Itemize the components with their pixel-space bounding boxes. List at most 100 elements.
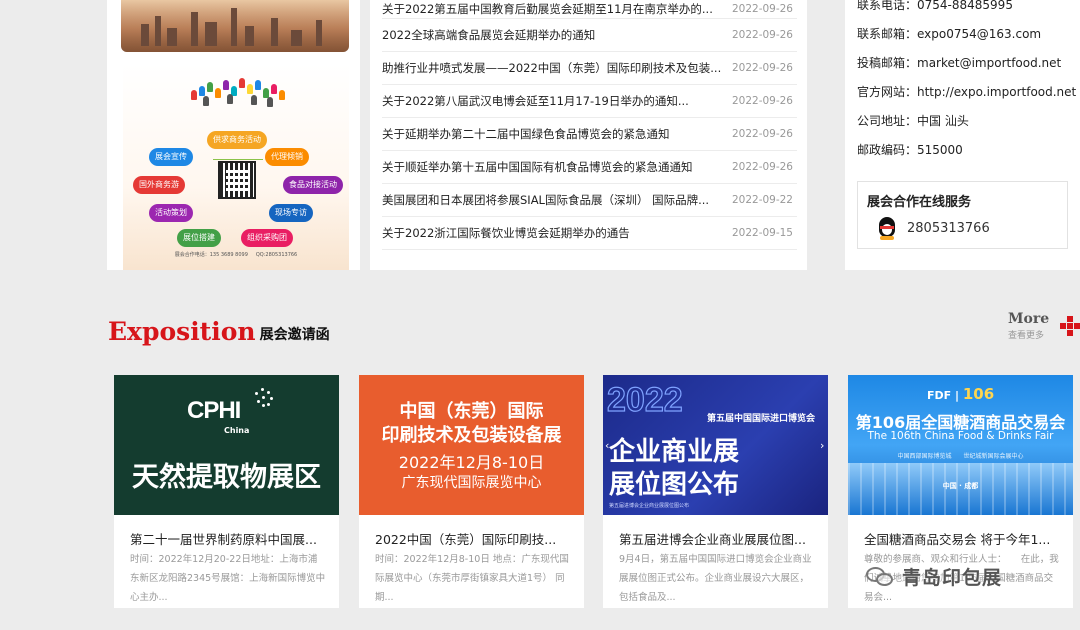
- news-title[interactable]: 助推行业井喷式发展——2022中国（东莞）国际印刷技术及包装...: [382, 60, 721, 76]
- news-panel: 关于2022第五届中国教育后勤展览会延期至11月在南京举办的... 2022-0…: [370, 0, 807, 270]
- card-image-year: 2022: [606, 380, 683, 419]
- contact-postcode: 邮政编码：515000: [857, 143, 963, 157]
- qr-code: [218, 161, 256, 199]
- poster-pill-6: 现场专访: [269, 204, 313, 222]
- section-title-en: Exposition: [108, 317, 256, 346]
- contact-phone: 联系电话：0754-88485995: [857, 0, 1013, 12]
- poster-pill-1: 展会宣传: [149, 148, 193, 166]
- news-item[interactable]: 助推行业井喷式发展——2022中国（东莞）国际印刷技术及包装... 2022-0…: [382, 52, 797, 85]
- crowd-graphic: [187, 78, 287, 107]
- expo-card[interactable]: 2022 第五届中国国际进口博览会 企业商业展 展位图公布 第五届进博会企业商业…: [603, 375, 828, 608]
- news-date: 2022-09-26: [731, 3, 793, 15]
- poster-pill-2: 代理倾销: [265, 148, 309, 166]
- online-service-box: 展会合作在线服务 2805313766: [857, 181, 1068, 249]
- card-image-headline: 天然提取物展区: [132, 462, 321, 493]
- news-item[interactable]: 2022全球高端食品展览会延期举办的通知 2022-09-26: [382, 19, 797, 52]
- poster-pill-0: 供求商务活动: [207, 131, 267, 149]
- expo-card-title[interactable]: 第五届进博会企业商业展展位图...: [619, 529, 819, 548]
- expo-card[interactable]: 中国（东莞）国际 印刷技术及包装设备展 2022年12月8-10日 广东现代国际…: [359, 375, 584, 608]
- left-promo-column: 供求商务活动 展会宣传 代理倾销 国外商务游 食品对接活动 活动策划 现场专访 …: [107, 0, 360, 270]
- chevron-right-icon[interactable]: ›: [820, 439, 824, 452]
- poster-pill-8: 组织采购团: [241, 229, 293, 247]
- news-title[interactable]: 关于延期举办第二十二届中国绿色食品博览会的紧急通知: [382, 126, 670, 142]
- cphi-logo-sub: China: [224, 426, 250, 435]
- contact-email[interactable]: 联系邮箱：expo0754@163.com: [857, 20, 1076, 49]
- service-poster[interactable]: 供求商务活动 展会宣传 代理倾销 国外商务游 食品对接活动 活动策划 现场专访 …: [123, 64, 349, 270]
- card-image-line: 中国（东莞）国际: [399, 401, 544, 422]
- watermark-text: 青岛印包展: [902, 567, 1003, 589]
- more-link[interactable]: More 查看更多: [1008, 311, 1049, 341]
- contact-website[interactable]: 官方网站：http://expo.importfood.net: [857, 78, 1076, 107]
- card-image-line: The 106th China Food & Drinks Fair: [867, 430, 1054, 442]
- expo-card-image[interactable]: FDF | 106 第106届全国糖酒商品交易会 The 106th China…: [848, 375, 1073, 515]
- news-item[interactable]: 关于2022第八届武汉电博会延至11月17-19日举办的通知... 2022-0…: [382, 85, 797, 118]
- exposition-section-heading: Exposition 展会邀请函: [108, 318, 330, 346]
- fdf-logo-number: 106: [962, 385, 995, 403]
- news-item[interactable]: 关于延期举办第二十二届中国绿色食品博览会的紧急通知 2022-09-26: [382, 118, 797, 151]
- news-item[interactable]: 关于顺延举办第十五届中国国际有机食品博览会的紧急通通知 2022-09-26: [382, 151, 797, 184]
- news-date: 2022-09-15: [731, 227, 793, 239]
- news-list: 关于2022第五届中国教育后勤展览会延期至11月在南京举办的... 2022-0…: [382, 0, 797, 250]
- wechat-icon: [866, 565, 896, 589]
- poster-pill-5: 活动策划: [149, 204, 193, 222]
- cphi-dots-icon: [253, 388, 275, 410]
- expo-card-title[interactable]: 全国糖酒商品交易会 将于今年1...: [864, 529, 1064, 548]
- expo-card-title[interactable]: 2022中国（东莞）国际印刷技...: [375, 529, 575, 548]
- poster-footer-qq: QQ:2805313766: [255, 252, 298, 258]
- qq-penguin-icon[interactable]: [873, 215, 901, 241]
- city-banner-image[interactable]: [121, 0, 349, 52]
- news-date: 2022-09-26: [731, 62, 793, 74]
- card-image-line: 广东现代国际展览中心: [401, 475, 542, 491]
- news-date: 2022-09-26: [731, 128, 793, 140]
- contact-submit-email[interactable]: 投稿邮箱：market@importfood.net: [857, 49, 1076, 78]
- qq-contact[interactable]: 2805313766: [873, 215, 990, 241]
- contact-address: 公司地址：中国 汕头: [857, 114, 969, 128]
- more-label-en[interactable]: More: [1008, 311, 1049, 327]
- cphi-logo-text: CPHI: [187, 397, 241, 424]
- card-image-line: 展位图公布: [609, 470, 740, 500]
- plus-icon[interactable]: [1060, 316, 1080, 336]
- card-image-line: 中国西部国际博览城 世纪城新国际会展中心: [897, 453, 1024, 460]
- card-image-line: 中国 · 成都: [942, 482, 979, 490]
- poster-pill-3: 国外商务游: [133, 176, 185, 194]
- news-item[interactable]: 美国展团和日本展团将参展SIAL国际食品展（深圳） 国际品牌... 2022-0…: [382, 184, 797, 217]
- expo-card-desc: 9月4日，第五届中国国际进口博览会企业商业展展位图正式公布。企业商业展设六大展区…: [619, 554, 812, 603]
- expo-card-image[interactable]: 中国（东莞）国际 印刷技术及包装设备展 2022年12月8-10日 广东现代国际…: [359, 375, 584, 515]
- fdf-logo-text: FDF: [927, 389, 952, 402]
- poster-footer: 展会合作电话：135 3689 8099 QQ:2805313766: [123, 251, 349, 258]
- poster-footer-phone: 展会合作电话：135 3689 8099: [174, 252, 248, 258]
- card-image-line: 印刷技术及包装设备展: [381, 425, 562, 446]
- news-date: 2022-09-26: [731, 95, 793, 107]
- news-date: 2022-09-26: [731, 161, 793, 173]
- poster-pill-4: 食品对接活动: [283, 176, 343, 194]
- news-item[interactable]: 关于2022第五届中国教育后勤展览会延期至11月在南京举办的... 2022-0…: [382, 0, 797, 19]
- news-title[interactable]: 2022全球高端食品展览会延期举办的通知: [382, 27, 595, 43]
- card-image-line: 2022年12月8-10日: [398, 453, 545, 472]
- top-content-band: 供求商务活动 展会宣传 代理倾销 国外商务游 食品对接活动 活动策划 现场专访 …: [0, 0, 1080, 270]
- news-title[interactable]: 关于2022浙江国际餐饮业博览会延期举办的通告: [382, 225, 630, 241]
- card-image-footer: 第五届进博会企业商业展展位图公布: [609, 503, 690, 509]
- expo-card-desc: 时间：2022年12月20-22日地址：上海市浦东新区龙阳路2345号展馆：上海…: [130, 554, 326, 603]
- wechat-watermark: 青岛印包展: [866, 563, 1002, 590]
- expo-card-desc: 时间：2022年12月8-10日 地点：广东现代国际展览中心（东莞市厚街镇家具大…: [375, 554, 569, 603]
- service-title: 展会合作在线服务: [867, 195, 972, 210]
- card-image-line: 企业商业展: [609, 437, 740, 467]
- expo-card[interactable]: CPHI China 天然提取物展区 第二十一届世界制药原料中国展... 时间：…: [114, 375, 339, 608]
- expo-card-image[interactable]: 2022 第五届中国国际进口博览会 企业商业展 展位图公布 第五届进博会企业商业…: [603, 375, 828, 515]
- contact-panel: 联系电话：0754-88485995 联系邮箱：expo0754@163.com…: [845, 0, 1080, 270]
- news-title[interactable]: 美国展团和日本展团将参展SIAL国际食品展（深圳） 国际品牌...: [382, 192, 709, 208]
- expo-card-image[interactable]: CPHI China 天然提取物展区: [114, 375, 339, 515]
- news-title[interactable]: 关于2022第八届武汉电博会延至11月17-19日举办的通知...: [382, 93, 689, 109]
- card-image-edition: 第五届中国国际进口博览会: [707, 414, 816, 424]
- contact-list: 联系电话：0754-88485995 联系邮箱：expo0754@163.com…: [857, 0, 1076, 165]
- expo-card-title[interactable]: 第二十一届世界制药原料中国展...: [130, 529, 330, 548]
- section-title-zh: 展会邀请函: [259, 327, 330, 343]
- chevron-left-icon[interactable]: ‹: [605, 439, 609, 452]
- news-title[interactable]: 关于2022第五届中国教育后勤展览会延期至11月在南京举办的...: [382, 1, 713, 17]
- qq-number[interactable]: 2805313766: [907, 221, 990, 236]
- fdf-logo: FDF | 106: [927, 385, 995, 403]
- more-label-zh[interactable]: 查看更多: [1008, 328, 1049, 341]
- news-item[interactable]: 关于2022浙江国际餐饮业博览会延期举办的通告 2022-09-15: [382, 217, 797, 250]
- news-date: 2022-09-26: [731, 29, 793, 41]
- news-title[interactable]: 关于顺延举办第十五届中国国际有机食品博览会的紧急通通知: [382, 159, 693, 175]
